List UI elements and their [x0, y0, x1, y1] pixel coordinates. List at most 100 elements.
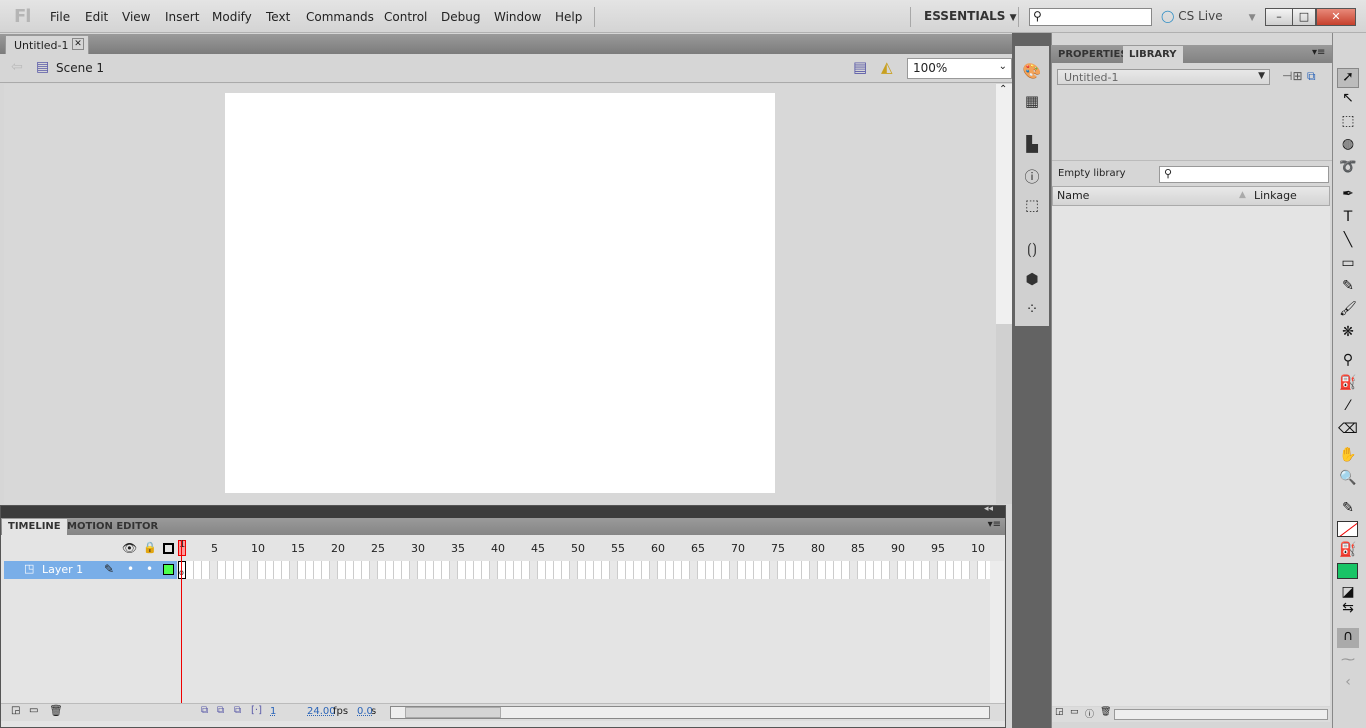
menu-control[interactable]: Control: [384, 10, 427, 24]
frame-cell[interactable]: [634, 561, 642, 579]
zoom-tool-icon[interactable]: 🔍: [1337, 470, 1359, 490]
frame-cell[interactable]: [362, 561, 370, 579]
frame-cell[interactable]: [850, 561, 858, 579]
frame-cell[interactable]: [914, 561, 922, 579]
close-button[interactable]: ✕: [1316, 8, 1356, 26]
frame-cell[interactable]: [554, 561, 562, 579]
document-tab[interactable]: Untitled-1 ✕: [5, 35, 89, 54]
frame-cell[interactable]: [698, 561, 706, 579]
align-icon[interactable]: ▙: [1022, 135, 1042, 153]
fill-color-icon[interactable]: ⛽: [1337, 542, 1359, 562]
frame-cell[interactable]: [226, 561, 234, 579]
frame-cell[interactable]: [386, 561, 394, 579]
menu-debug[interactable]: Debug: [441, 10, 480, 24]
zoom-select[interactable]: 100% ⌄: [907, 58, 1012, 79]
frame-cell[interactable]: [290, 561, 298, 579]
frame-cell[interactable]: [498, 561, 506, 579]
frame-cell[interactable]: [258, 561, 266, 579]
frame-cell[interactable]: [202, 561, 210, 579]
menu-commands[interactable]: Commands: [306, 10, 374, 24]
lasso-tool-icon[interactable]: ➰: [1337, 159, 1359, 179]
minimize-button[interactable]: –: [1265, 8, 1293, 26]
frame-cell[interactable]: [754, 561, 762, 579]
frame-cell[interactable]: [322, 561, 330, 579]
new-library-panel-icon[interactable]: ⧉: [1307, 69, 1316, 84]
frame-cell[interactable]: [546, 561, 554, 579]
panel-menu-icon[interactable]: ▾≡: [988, 519, 1001, 530]
frame-cell[interactable]: [186, 561, 194, 579]
column-linkage[interactable]: Linkage: [1254, 189, 1297, 202]
frame-cell[interactable]: [730, 561, 738, 579]
frame-cell[interactable]: [250, 561, 258, 579]
eraser-tool-icon[interactable]: ⌫: [1337, 421, 1359, 441]
menu-text[interactable]: Text: [266, 10, 290, 24]
frame-cell[interactable]: [690, 561, 698, 579]
rectangle-tool-icon[interactable]: ▭: [1337, 255, 1359, 275]
frame-cell[interactable]: [938, 561, 946, 579]
subselection-tool-icon[interactable]: ↖: [1337, 90, 1359, 110]
frame-cell[interactable]: [738, 561, 746, 579]
frame-cell[interactable]: [538, 561, 546, 579]
frame-cell[interactable]: [890, 561, 898, 579]
frame-cell[interactable]: [474, 561, 482, 579]
stroke-color-icon[interactable]: ✎: [1337, 500, 1359, 520]
collapse-icon[interactable]: ◂◂: [984, 504, 993, 514]
frame-cell[interactable]: [970, 561, 978, 579]
layer-name[interactable]: Layer 1: [42, 563, 83, 576]
frame-cell[interactable]: [514, 561, 522, 579]
frame-cell[interactable]: [482, 561, 490, 579]
text-tool-icon[interactable]: T: [1337, 209, 1359, 229]
frame-cell[interactable]: [282, 561, 290, 579]
cs-live-button[interactable]: ◯ CS Live ▼: [1161, 9, 1256, 23]
frame-cell[interactable]: [450, 561, 458, 579]
tab-motion-editor[interactable]: MOTION EDITOR: [61, 519, 164, 535]
restore-button[interactable]: □: [1292, 8, 1316, 26]
delete-icon[interactable]: 🗑: [1100, 707, 1111, 717]
frame-cell[interactable]: [778, 561, 786, 579]
transform-icon[interactable]: ⬚: [1022, 196, 1042, 214]
snap-to-objects-icon[interactable]: ∩: [1337, 628, 1359, 648]
deco-tool-icon[interactable]: ❋: [1337, 324, 1359, 344]
frame-cell[interactable]: [210, 561, 218, 579]
motion-presets-icon[interactable]: ⁘: [1022, 300, 1042, 318]
frame-cell[interactable]: [402, 561, 410, 579]
frame-cell[interactable]: [562, 561, 570, 579]
frame-cell[interactable]: [642, 561, 650, 579]
lock-dot[interactable]: •: [146, 562, 153, 576]
properties-icon[interactable]: ⓘ: [1085, 707, 1094, 720]
frame-cell[interactable]: [530, 561, 538, 579]
tab-timeline[interactable]: TIMELINE: [2, 519, 67, 535]
menu-help[interactable]: Help: [555, 10, 582, 24]
frame-cell[interactable]: [746, 561, 754, 579]
frame-cell[interactable]: [314, 561, 322, 579]
frame-cell[interactable]: [866, 561, 874, 579]
sort-icon[interactable]: ▲: [1239, 190, 1246, 200]
frame-cell[interactable]: [354, 561, 362, 579]
layer-row[interactable]: ◳ Layer 1 ✎ • •: [4, 561, 177, 579]
pencil-tool-icon[interactable]: ✎: [1337, 278, 1359, 298]
frame-cell[interactable]: [434, 561, 442, 579]
frame-cell[interactable]: [426, 561, 434, 579]
frame-cell[interactable]: [954, 561, 962, 579]
layer-outline-color[interactable]: [163, 564, 174, 575]
frame-cell[interactable]: [858, 561, 866, 579]
frame-cell[interactable]: [810, 561, 818, 579]
frame-cell[interactable]: [666, 561, 674, 579]
frame-cell[interactable]: [818, 561, 826, 579]
color-palette-icon[interactable]: 🎨: [1022, 62, 1042, 80]
frame-cell[interactable]: [570, 561, 578, 579]
frame-cell[interactable]: [714, 561, 722, 579]
menu-file[interactable]: File: [50, 10, 70, 24]
edit-symbols-icon[interactable]: ◭: [881, 58, 893, 76]
frame-cell[interactable]: [674, 561, 682, 579]
frame-cell[interactable]: [762, 561, 770, 579]
frame-cell[interactable]: [874, 561, 882, 579]
frame-cell[interactable]: [826, 561, 834, 579]
panel-menu-icon[interactable]: ▾≡: [1312, 47, 1325, 58]
swap-colors-icon[interactable]: ⇆: [1337, 600, 1359, 620]
smooth-icon[interactable]: ⁓: [1337, 652, 1359, 672]
fill-color-swatch[interactable]: [1337, 563, 1358, 579]
column-name[interactable]: Name: [1057, 189, 1089, 202]
scrollbar-thumb[interactable]: [405, 707, 501, 718]
frame-cell[interactable]: [906, 561, 914, 579]
